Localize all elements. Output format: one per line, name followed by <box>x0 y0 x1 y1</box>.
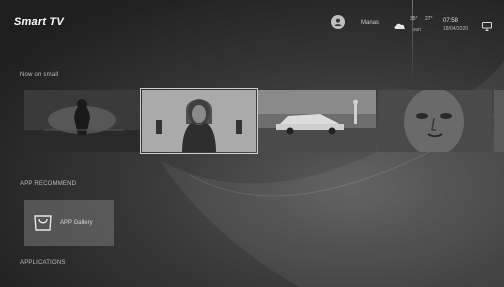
app-gallery-label: APP Gallery <box>60 220 93 226</box>
tv-home-screen: Smart TV Manas 35° 27° sun 07:58 18/04/2… <box>0 0 504 287</box>
shopping-bag-icon <box>32 210 54 237</box>
section-title-now: Now on small <box>20 72 59 78</box>
temperature-low: 27° <box>425 16 433 22</box>
top-bar: Smart TV Manas 35° 27° sun 07:58 18/04/2… <box>0 0 504 44</box>
media-tile-3[interactable] <box>258 90 376 152</box>
clock-time: 07:58 <box>443 18 459 24</box>
media-tile-1[interactable] <box>24 90 140 152</box>
media-tile-4[interactable] <box>378 90 492 152</box>
section-title-recommended: APP RECOMMEND <box>20 181 77 187</box>
media-tile-2[interactable] <box>142 90 256 152</box>
weather-cloud-icon <box>394 17 406 35</box>
app-title: Smart TV <box>14 16 64 28</box>
app-gallery-tile[interactable]: APP Gallery <box>24 200 114 246</box>
account-icon[interactable] <box>331 15 345 29</box>
section-title-applications: APPLICATIONS <box>20 260 66 266</box>
media-tile-5[interactable] <box>494 90 504 152</box>
weather-condition: sun <box>413 27 422 33</box>
clock-date: 18/04/2020 <box>443 26 469 32</box>
account-label[interactable]: Manas <box>361 20 379 26</box>
input-source-icon[interactable] <box>482 18 492 36</box>
now-row <box>24 88 504 154</box>
decorative-light-beam <box>412 0 413 80</box>
